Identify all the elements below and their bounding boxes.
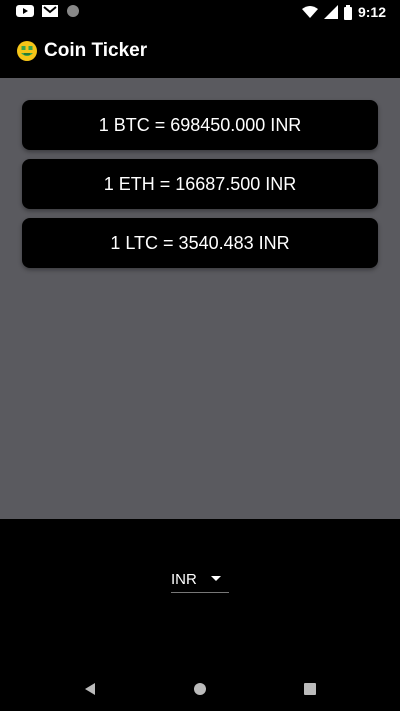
gmail-icon [42,5,58,17]
rates-content: 1 BTC = 698450.000 INR 1 ETH = 16687.500… [0,78,400,519]
status-bar: 9:12 [0,0,400,24]
signal-icon [323,5,338,19]
recents-icon [304,683,316,695]
youtube-icon [16,5,34,17]
wifi-icon [301,6,318,18]
rate-card-btc[interactable]: 1 BTC = 698450.000 INR [22,100,378,150]
battery-icon [343,4,352,20]
status-time: 9:12 [357,4,386,20]
currency-selected-value: INR [171,571,197,588]
status-right-icons: 9:12 [301,3,386,21]
bottom-panel: INR [0,519,400,665]
back-icon [85,683,95,695]
recents-button[interactable] [300,679,320,699]
back-button[interactable] [80,679,100,699]
circle-icon [67,5,79,17]
app-title: Coin Ticker [44,40,148,61]
rate-card-ltc[interactable]: 1 LTC = 3540.483 INR [22,218,378,268]
currency-dropdown[interactable]: INR [171,567,229,593]
home-button[interactable] [190,679,210,699]
home-icon [194,683,206,695]
status-left-icons [16,4,80,18]
navigation-bar [0,665,400,711]
dropdown-arrow-icon [211,576,221,581]
rate-card-eth[interactable]: 1 ETH = 16687.500 INR [22,159,378,209]
app-bar: Coin Ticker [0,24,400,78]
money-mouth-face-icon [17,41,37,61]
